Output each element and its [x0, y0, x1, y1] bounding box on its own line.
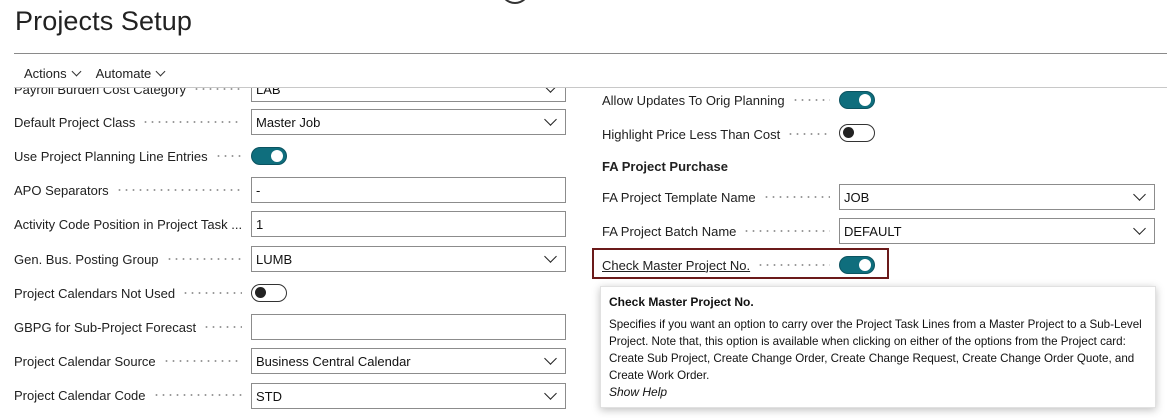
field-row-default-project-class: Default Project Class — [14, 110, 250, 134]
field-label: Highlight Price Less Than Cost — [602, 127, 838, 142]
project-calendar-source-select[interactable]: Business Central Calendar — [251, 348, 566, 374]
field-label: Gen. Bus. Posting Group — [14, 252, 250, 267]
chevron-down-icon — [544, 352, 557, 365]
chevron-down-icon — [544, 113, 557, 126]
default-project-class-select[interactable]: Master Job — [251, 109, 566, 135]
field-row-activity-code-position: Activity Code Position in Project Task .… — [14, 212, 250, 236]
field-row-fa-template: FA Project Template Name — [602, 185, 838, 209]
chevron-down-icon — [155, 66, 166, 76]
field-label: Project Calendar Source — [14, 354, 250, 369]
action-bar: Actions Automate — [24, 63, 166, 83]
apo-separators-input[interactable]: - — [251, 177, 566, 203]
activity-code-position-input[interactable]: 1 — [251, 211, 566, 237]
chevron-down-icon — [1133, 222, 1146, 235]
actions-menu-button[interactable]: Actions — [24, 63, 82, 83]
field-row-apo-separators: APO Separators — [14, 178, 250, 202]
chevron-down-icon — [544, 88, 557, 93]
check-master-project-label[interactable]: Check Master Project No. — [602, 258, 838, 273]
title-divider — [14, 53, 1167, 54]
chevron-down-icon — [71, 66, 82, 76]
allow-updates-toggle[interactable] — [839, 91, 875, 109]
field-row-check-master-project: Check Master Project No. — [602, 253, 838, 277]
top-partial-circle-icon — [500, 0, 530, 4]
fa-batch-select[interactable]: DEFAULT — [839, 218, 1155, 244]
show-help-link[interactable]: Show Help — [609, 385, 667, 399]
field-row-payroll-burden: Payroll Burden Cost Category — [14, 88, 250, 101]
payroll-burden-select[interactable]: LAB — [251, 88, 566, 102]
field-label: FA Project Batch Name — [602, 224, 838, 239]
field-row-use-planning-line: Use Project Planning Line Entries — [14, 144, 250, 168]
field-label: Allow Updates To Orig Planning — [602, 93, 838, 108]
field-row-gen-bus-posting-group: Gen. Bus. Posting Group — [14, 247, 250, 271]
gbpg-sub-project-input[interactable] — [251, 314, 566, 340]
gen-bus-posting-group-select[interactable]: LUMB — [251, 246, 566, 272]
field-label: Payroll Burden Cost Category — [14, 88, 250, 97]
field-row-project-calendars-not-used: Project Calendars Not Used — [14, 281, 250, 305]
chevron-down-icon — [544, 250, 557, 263]
fasttab-content: Payroll Burden Cost Category LAB Default… — [0, 88, 1167, 418]
actions-menu-label: Actions — [24, 65, 67, 81]
field-label: Use Project Planning Line Entries — [14, 149, 250, 164]
fa-project-purchase-heading: FA Project Purchase — [602, 159, 728, 174]
automate-menu-label: Automate — [95, 65, 152, 81]
use-planning-line-toggle[interactable] — [251, 147, 287, 165]
highlight-price-toggle[interactable] — [839, 124, 875, 142]
fa-template-select[interactable]: JOB — [839, 184, 1155, 210]
check-master-project-toggle[interactable] — [839, 256, 875, 274]
field-label: GBPG for Sub-Project Forecast — [14, 320, 250, 335]
field-row-gbpg-sub-project: GBPG for Sub-Project Forecast — [14, 315, 250, 339]
project-calendars-not-used-toggle[interactable] — [251, 284, 287, 302]
field-label: APO Separators — [14, 183, 250, 198]
field-label: Project Calendar Code — [14, 388, 250, 403]
field-row-project-calendar-code: Project Calendar Code — [14, 383, 250, 407]
field-label: Project Calendars Not Used — [14, 286, 250, 301]
page-title: Projects Setup — [15, 6, 192, 36]
tooltip-title: Check Master Project No. — [609, 295, 754, 309]
field-row-fa-batch: FA Project Batch Name — [602, 219, 838, 243]
chevron-down-icon — [1133, 188, 1146, 201]
field-label: Activity Code Position in Project Task .… — [14, 216, 243, 232]
field-row-project-calendar-source: Project Calendar Source — [14, 349, 250, 373]
field-label: Default Project Class — [14, 115, 250, 130]
automate-menu-button[interactable]: Automate — [95, 63, 166, 83]
field-label: FA Project Template Name — [602, 190, 838, 205]
field-help-tooltip: Check Master Project No. Specifies if yo… — [600, 286, 1156, 408]
tooltip-body: Specifies if you want an option to carry… — [609, 318, 1142, 382]
field-row-highlight-price: Highlight Price Less Than Cost — [602, 122, 838, 146]
chevron-down-icon — [544, 387, 557, 400]
project-calendar-code-select[interactable]: STD — [251, 383, 566, 409]
field-row-allow-updates: Allow Updates To Orig Planning — [602, 88, 838, 112]
